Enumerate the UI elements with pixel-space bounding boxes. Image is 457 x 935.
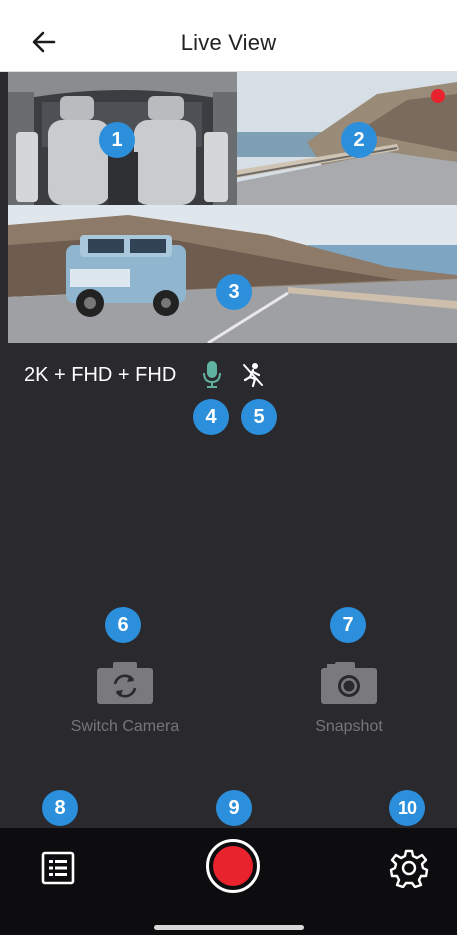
file-list-button[interactable] — [40, 850, 76, 886]
snapshot-button[interactable]: Snapshot — [272, 660, 426, 736]
record-button[interactable] — [206, 839, 260, 893]
list-icon — [41, 851, 75, 885]
settings-button[interactable] — [389, 848, 429, 889]
callout-badge-8: 8 — [42, 790, 78, 826]
callout-badge-4: 4 — [193, 399, 229, 435]
gear-icon — [389, 849, 429, 889]
record-icon — [213, 846, 253, 886]
switch-camera-button[interactable]: Switch Camera — [48, 660, 202, 736]
callout-badge-3: 3 — [216, 274, 252, 310]
callout-badge-9: 9 — [216, 790, 252, 826]
live-view-screen: Live View 1 2 3 2K + FHD + FHD 4 5 6 7 S… — [0, 0, 457, 935]
page-title: Live View — [180, 30, 277, 55]
callout-badge-7: 7 — [330, 607, 366, 643]
snapshot-label: Snapshot — [315, 718, 383, 735]
microphone-button[interactable] — [201, 359, 223, 389]
motion-detection-off-icon — [243, 363, 263, 388]
switch-camera-icon — [97, 662, 153, 704]
callout-badge-10: 10 — [389, 790, 425, 826]
callout-badge-5: 5 — [241, 399, 277, 435]
microphone-icon — [203, 361, 221, 388]
motion-detection-button[interactable] — [241, 362, 265, 388]
switch-camera-label: Switch Camera — [70, 718, 180, 735]
callout-badge-1: 1 — [99, 122, 135, 158]
home-indicator — [154, 925, 304, 930]
callout-badge-6: 6 — [105, 607, 141, 643]
recording-indicator — [431, 89, 445, 103]
resolution-label: 2K + FHD + FHD — [24, 364, 177, 386]
callout-badge-2: 2 — [341, 122, 377, 158]
bottom-toolbar — [0, 828, 457, 935]
camera-icon — [321, 662, 377, 704]
header-bar: Live View — [0, 0, 457, 72]
